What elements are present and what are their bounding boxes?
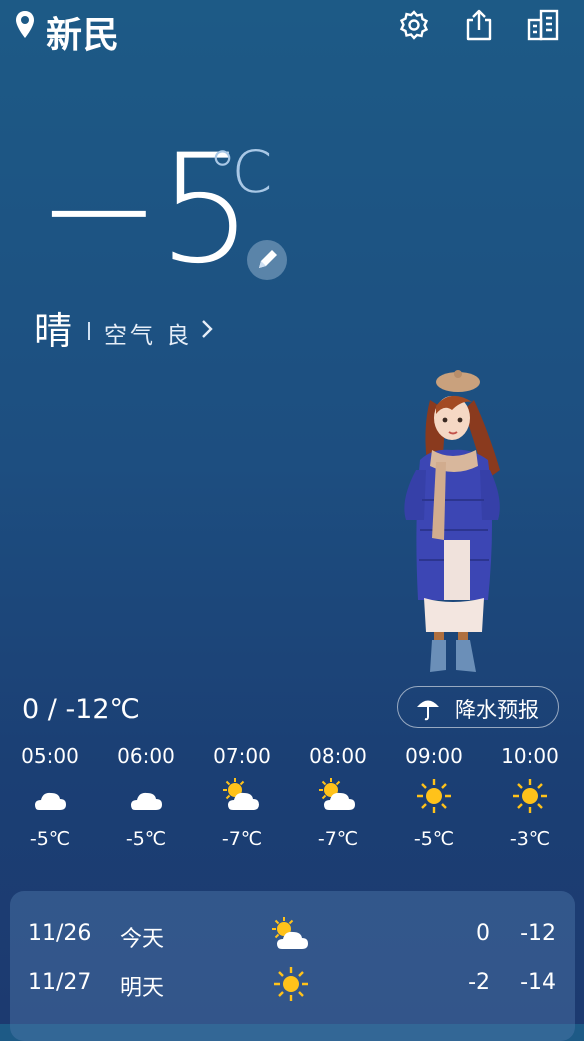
- weather-character-illustration: [404, 370, 500, 672]
- sun-cloud-icon: [223, 778, 259, 810]
- temperature-range: 0 / -12℃: [22, 694, 140, 725]
- hour-time: 07:00: [213, 744, 271, 768]
- moon-cloud-icon: [131, 782, 162, 810]
- daily-forecast-card[interactable]: 11/26 今天 0 -12 11/27 明天 -2 -14: [10, 891, 575, 1041]
- day-high: 0: [476, 921, 490, 946]
- hour-time: 09:00: [405, 744, 463, 768]
- sun-icon: [513, 779, 547, 813]
- pencil-icon: [259, 250, 277, 268]
- umbrella-icon: [417, 700, 439, 721]
- sun-cloud-icon: [272, 917, 308, 949]
- hour-temp: -5℃: [29, 828, 71, 850]
- weather-condition: 晴: [34, 309, 73, 353]
- temperature-unit: ℃: [208, 138, 274, 206]
- city-name[interactable]: 新民: [46, 6, 120, 58]
- day-date: 11/27: [28, 970, 92, 995]
- hour-time: 08:00: [309, 744, 367, 768]
- sun-icon: [417, 779, 451, 813]
- daily-row[interactable]: 11/26 今天 0 -12: [10, 915, 575, 959]
- hour-time: 06:00: [117, 744, 175, 768]
- day-high: -2: [468, 970, 490, 995]
- day-low: -14: [520, 970, 556, 995]
- hour-item: 09:00 -5℃: [394, 744, 474, 850]
- moon-cloud-icon: [35, 782, 66, 810]
- divider: [88, 322, 90, 340]
- daily-row[interactable]: 11/27 明天 -2 -14: [10, 964, 575, 1008]
- hour-time: 05:00: [21, 744, 79, 768]
- hour-temp: -7℃: [221, 828, 263, 850]
- city-manage-icon[interactable]: [526, 8, 560, 42]
- air-quality-link[interactable]: 空气 良: [104, 316, 192, 350]
- day-low: -12: [520, 921, 556, 946]
- sun-icon: [274, 967, 308, 1001]
- share-icon[interactable]: [462, 8, 496, 42]
- hour-time: 10:00: [501, 744, 559, 768]
- chevron-right-icon[interactable]: [200, 318, 214, 340]
- hour-item: 10:00 -3℃: [490, 744, 570, 850]
- hour-item: 05:00 -5℃: [10, 744, 90, 850]
- hour-temp: -7℃: [317, 828, 359, 850]
- settings-gear-icon[interactable]: [397, 8, 431, 42]
- hour-item: 06:00 -5℃: [106, 744, 186, 850]
- sun-cloud-icon: [319, 778, 355, 810]
- hour-item: 08:00 -7℃: [298, 744, 378, 850]
- location-pin-icon: [16, 11, 34, 38]
- precipitation-forecast-label[interactable]: 降水预报: [455, 694, 539, 724]
- hour-temp: -5℃: [413, 828, 455, 850]
- day-weekday: 今天: [120, 927, 165, 952]
- hour-item: 07:00 -7℃: [202, 744, 282, 850]
- day-date: 11/26: [28, 921, 92, 946]
- day-weekday: 明天: [120, 976, 165, 1001]
- hour-temp: -5℃: [125, 828, 167, 850]
- edit-button[interactable]: [247, 240, 287, 280]
- hour-temp: -3℃: [509, 828, 551, 850]
